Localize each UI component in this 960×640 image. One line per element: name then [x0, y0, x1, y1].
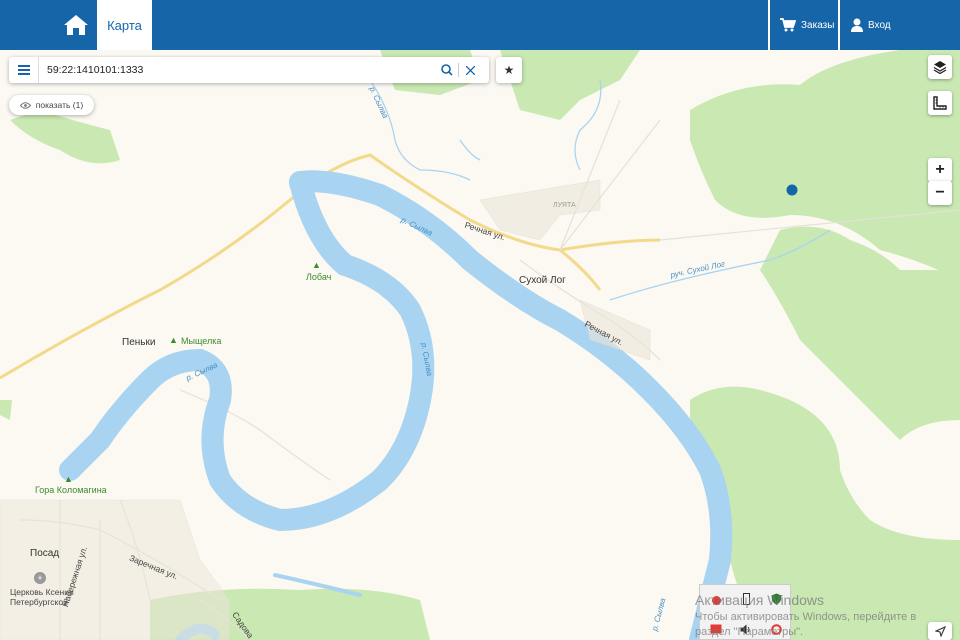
menu-icon: [17, 65, 30, 75]
clear-button[interactable]: [459, 57, 481, 83]
mountain-icon: ▲: [64, 474, 73, 484]
top-header: Карта Заказы Вход: [0, 0, 960, 50]
layers-button[interactable]: [928, 55, 952, 79]
search-bar: [9, 57, 489, 83]
opera-icon[interactable]: [770, 623, 782, 635]
menu-button[interactable]: [9, 57, 39, 83]
antivirus-icon[interactable]: [710, 594, 722, 606]
label-sukhoy-log: Сухой Лог: [519, 275, 566, 286]
tab-map[interactable]: Карта: [97, 0, 152, 50]
search-button[interactable]: [436, 57, 458, 83]
system-tray-popup: [699, 584, 791, 640]
layers-icon: [933, 61, 947, 74]
label-gora: Гора Коломагина: [35, 485, 107, 495]
mountain-icon: ▲: [169, 335, 178, 345]
label-penki: Пеньки: [122, 337, 156, 348]
navigation-arrow-icon: [934, 625, 946, 637]
search-input[interactable]: [39, 58, 436, 82]
zoom-in-button[interactable]: +: [928, 158, 952, 182]
ruler-icon: [933, 96, 947, 110]
label-myshchelka: Мыщелка: [181, 336, 222, 346]
map-canvas[interactable]: Сухой Лог Лобач ▲ Пеньки ▲ Мыщелка ▲ Гор…: [0, 50, 960, 640]
orders-button[interactable]: Заказы: [780, 0, 834, 50]
search-icon: [441, 64, 453, 76]
user-icon: [851, 18, 863, 32]
close-icon: [465, 65, 475, 75]
favorite-button[interactable]: ★: [496, 57, 522, 83]
show-results-label: показать (1): [35, 100, 84, 110]
river-sylva: [289, 170, 733, 640]
usb-drive-icon[interactable]: [740, 593, 752, 605]
login-label: Вход: [868, 19, 891, 31]
mountain-icon: ▲: [312, 260, 321, 270]
camera-icon[interactable]: [710, 623, 722, 635]
header-divider: [838, 0, 840, 50]
volume-icon[interactable]: [740, 623, 752, 635]
login-button[interactable]: Вход: [851, 0, 891, 50]
ruler-button[interactable]: [928, 91, 952, 115]
star-icon: ★: [503, 63, 515, 77]
church-icon: +: [34, 572, 46, 584]
orders-label: Заказы: [801, 19, 835, 31]
home-button[interactable]: [55, 0, 97, 50]
label-luyata: ЛУЯТА: [553, 202, 576, 209]
location-marker: [786, 184, 798, 196]
zoom-out-button[interactable]: −: [928, 181, 952, 205]
cart-icon: [780, 18, 796, 32]
label-posad: Посад: [30, 548, 60, 559]
shield-icon[interactable]: [770, 593, 782, 605]
show-results-button[interactable]: показать (1): [9, 95, 94, 115]
locate-button[interactable]: [928, 622, 952, 640]
header-divider: [768, 0, 770, 50]
home-icon: [64, 15, 88, 35]
label-lobach: Лобач: [306, 272, 332, 282]
eye-icon: [19, 101, 31, 109]
